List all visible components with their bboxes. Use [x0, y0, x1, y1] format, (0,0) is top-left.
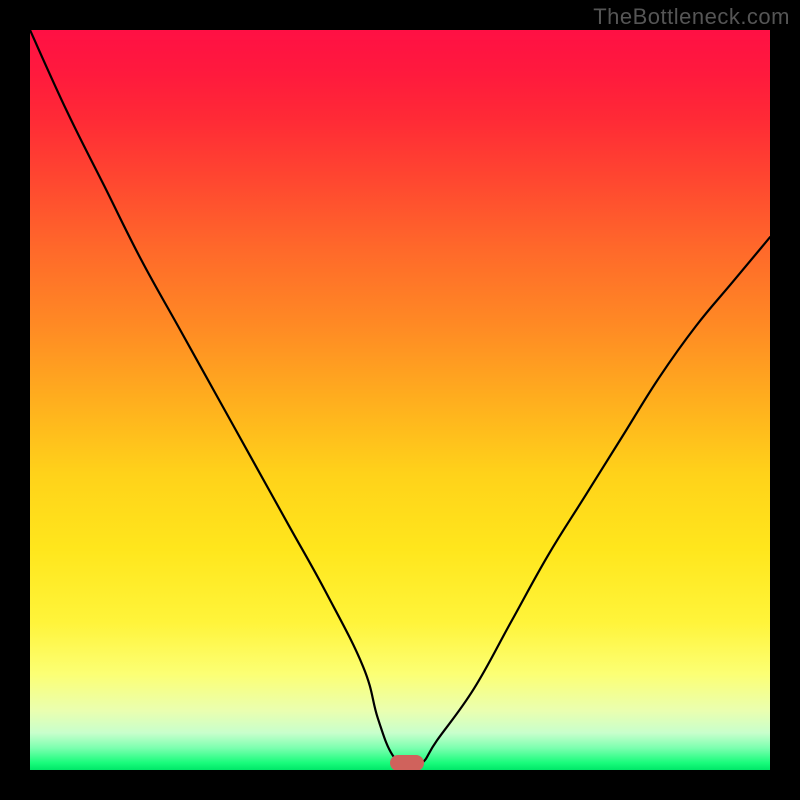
- optimum-marker: [390, 755, 424, 770]
- chart-frame: TheBottleneck.com: [0, 0, 800, 800]
- curve-layer: [30, 30, 770, 770]
- plot-area: [30, 30, 770, 770]
- watermark-text: TheBottleneck.com: [593, 4, 790, 30]
- bottleneck-curve: [30, 30, 770, 765]
